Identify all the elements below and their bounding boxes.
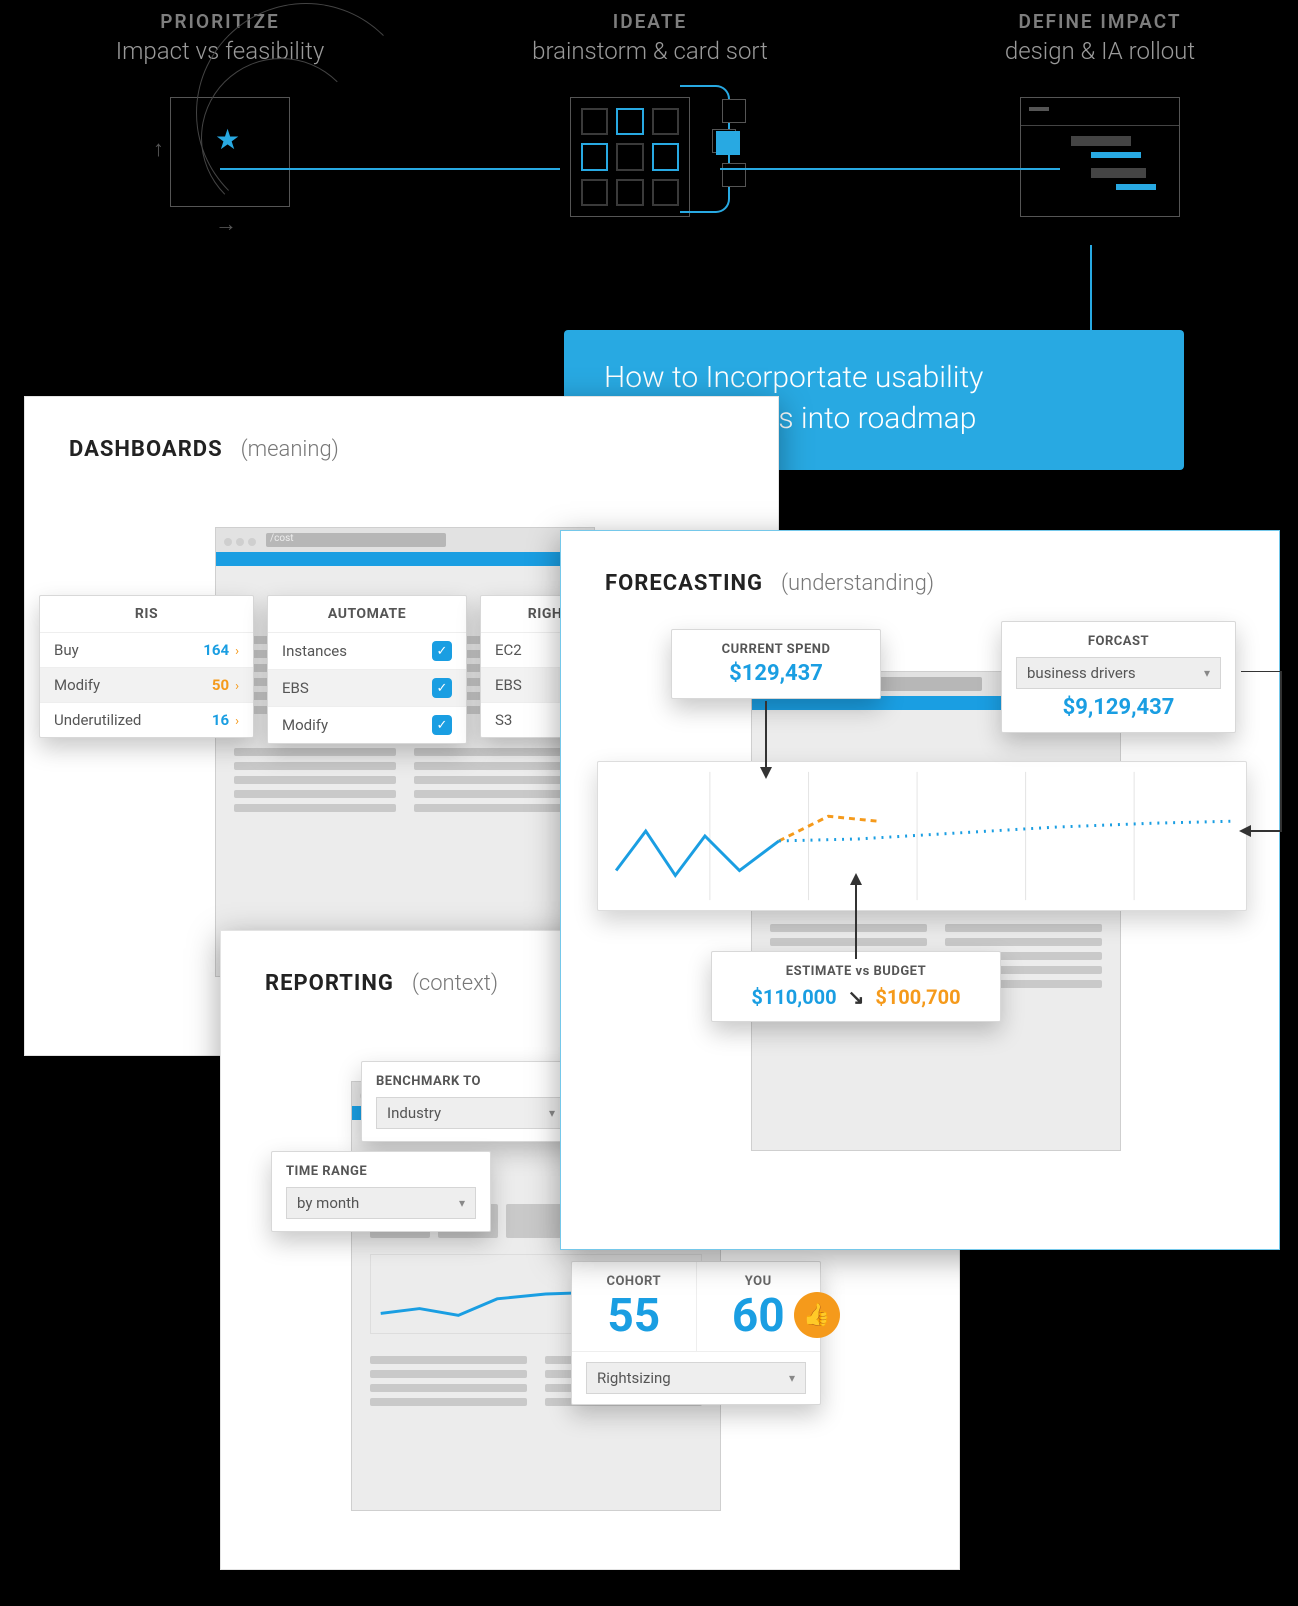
current-spend-card: CURRENT SPEND $129,437 (671, 629, 881, 699)
star-icon: ★ (215, 126, 240, 154)
row-label: EBS (282, 679, 309, 697)
timerange-select[interactable]: by month ▾ (286, 1187, 476, 1219)
forecast-card: FORCAST business drivers ▾ $9,129,437 (1001, 621, 1236, 733)
panel-subtitle: (meaning) (241, 437, 339, 462)
select-value: business drivers (1027, 664, 1136, 682)
chevron-down-icon: ▾ (789, 1371, 795, 1385)
current-spend-label: CURRENT SPEND (672, 642, 880, 657)
chevron-down-icon: ▾ (1204, 666, 1210, 680)
arrow-down-icon (751, 701, 781, 781)
sticky-stack-icon (712, 129, 748, 165)
step-ideate: IDEATE brainstorm & card sort (480, 10, 820, 227)
select-value: Industry (387, 1104, 441, 1122)
step-prioritize: PRIORITIZE Impact vs feasibility ★ → → (50, 10, 390, 227)
ris-row-buy[interactable]: Buy 164 › (40, 632, 253, 667)
chevron-right-icon: › (235, 679, 239, 694)
card-title: AUTOMATE (268, 596, 466, 632)
ris-row-underutilized[interactable]: Underutilized 16 › (40, 702, 253, 737)
connector-drop-line (1090, 245, 1092, 335)
row-label: EC2 (495, 641, 522, 659)
row-label: Modify (282, 716, 328, 734)
benchmark-label: BENCHMARK TO (376, 1074, 566, 1089)
forecast-driver-select[interactable]: business drivers ▾ (1016, 657, 1221, 689)
estimate-card: ESTIMATE vs BUDGET $110,000 ↘ $100,700 (711, 951, 1001, 1022)
timerange-card: TIME RANGE by month ▾ (271, 1151, 491, 1232)
panel-subtitle: (understanding) (781, 571, 934, 596)
budget-value: $100,700 (875, 985, 960, 1009)
y-axis-arrow-icon: → (142, 139, 168, 161)
chevron-right-icon: › (235, 644, 239, 659)
forecast-value: $9,129,437 (1016, 695, 1221, 720)
row-label: Instances (282, 642, 347, 660)
automate-row-instances[interactable]: Instances ✓ (268, 632, 466, 669)
row-label: Buy (54, 641, 79, 659)
arrow-up-icon (841, 871, 871, 961)
automate-row-modify[interactable]: Modify ✓ (268, 706, 466, 743)
row-value: 16 (212, 711, 229, 729)
chevron-down-icon: ▾ (549, 1106, 555, 1120)
row-value: 50 (212, 676, 229, 694)
checkbox-checked-icon[interactable]: ✓ (432, 678, 452, 698)
step-subtitle: design & IA rollout (930, 37, 1270, 65)
checkbox-checked-icon[interactable]: ✓ (432, 641, 452, 661)
x-axis-arrow-icon: → (215, 211, 237, 237)
select-value: by month (297, 1194, 359, 1212)
thumbs-up-icon: 👍 (794, 1292, 840, 1338)
automate-row-ebs[interactable]: EBS ✓ (268, 669, 466, 706)
card-title: RIs (40, 596, 253, 632)
cohort-card: COHORT 55 YOU 60 👍 Rightsizing ▾ (571, 1261, 821, 1405)
url-text: /cost (270, 533, 294, 544)
automate-card: AUTOMATE Instances ✓ EBS ✓ Modify ✓ (267, 595, 467, 744)
panel-title: DASHBOARDS (69, 437, 223, 462)
roadmap-icon (1010, 87, 1190, 227)
row-label: Modify (54, 676, 100, 694)
benchmark-select[interactable]: Industry ▾ (376, 1097, 566, 1129)
timerange-label: TIME RANGE (286, 1164, 476, 1179)
panel-title: FORECASTING (605, 571, 763, 596)
card-sort-icon (560, 87, 740, 227)
panel-title: REPORTING (265, 971, 394, 996)
step-title: IDEATE (480, 10, 820, 33)
cohort-label: COHORT (572, 1274, 696, 1289)
row-value: 164 (203, 641, 229, 659)
row-label: EBS (495, 676, 522, 694)
chevron-right-icon: › (235, 714, 239, 729)
checkbox-checked-icon[interactable]: ✓ (432, 715, 452, 735)
ris-card: RIs Buy 164 › Modify 50 › Underutilized 16… (39, 595, 254, 738)
forecast-chart (597, 761, 1247, 911)
select-value: Rightsizing (597, 1369, 671, 1387)
forecasting-panel: FORECASTING (understanding) CURRENT SPEN… (560, 530, 1280, 1250)
row-label: S3 (495, 711, 512, 729)
benchmark-card: BENCHMARK TO Industry ▾ (361, 1061, 581, 1142)
ris-row-modify[interactable]: Modify 50 › (40, 667, 253, 702)
forecast-label: FORCAST (1016, 634, 1221, 649)
forecast-arrow-icon (1231, 671, 1291, 851)
step-title: DEFINE IMPACT (930, 10, 1270, 33)
you-label: YOU (697, 1274, 821, 1289)
current-spend-value: $129,437 (672, 661, 880, 686)
step-subtitle: brainstorm & card sort (480, 37, 820, 65)
prioritize-chart-icon: ★ → → (130, 87, 310, 227)
cohort-metric-select[interactable]: Rightsizing ▾ (586, 1362, 806, 1394)
panel-subtitle: (context) (412, 971, 498, 996)
estimate-label: ESTIMATE vs BUDGET (722, 964, 990, 979)
chevron-down-icon: ▾ (459, 1196, 465, 1210)
trend-down-icon: ↘ (848, 985, 865, 1009)
step-define-impact: DEFINE IMPACT design & IA rollout (930, 10, 1270, 227)
connector-line (720, 168, 1060, 170)
process-row: PRIORITIZE Impact vs feasibility ★ → → I… (0, 0, 1298, 280)
cohort-value: 55 (572, 1289, 696, 1343)
estimate-value: $110,000 (751, 985, 836, 1009)
row-label: Underutilized (54, 711, 141, 729)
connector-line (220, 168, 560, 170)
